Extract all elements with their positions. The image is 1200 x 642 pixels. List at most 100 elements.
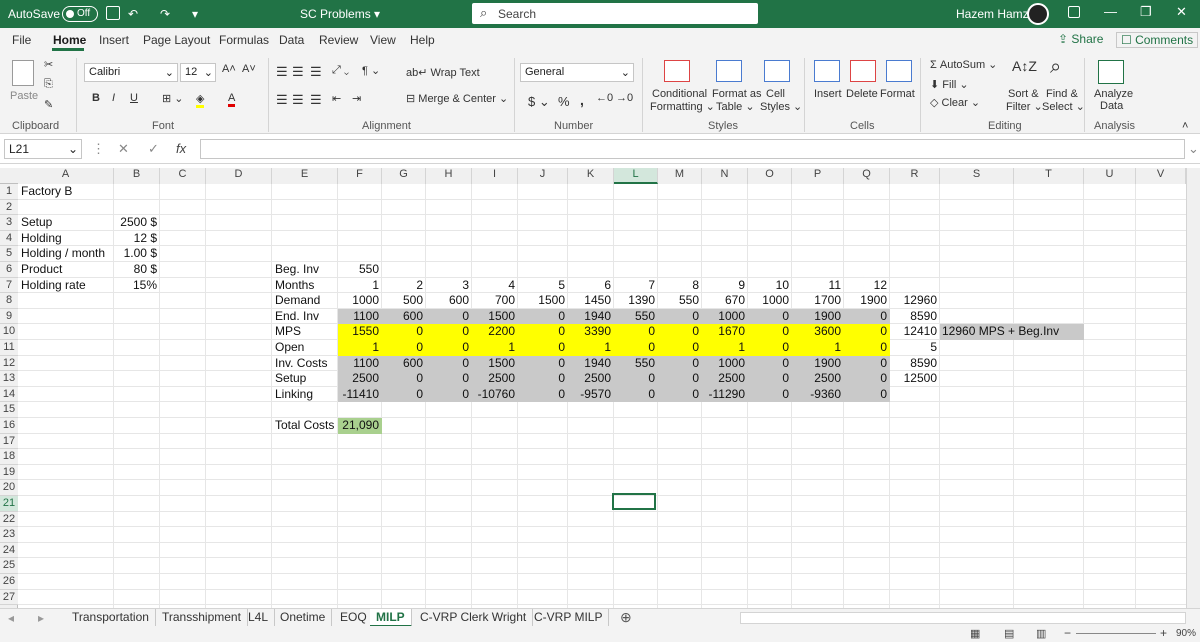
table-cell-setup[interactable]: 0 [748,371,789,386]
zoom-out-icon[interactable]: − [1064,626,1071,640]
table-cell-linking[interactable]: 0 [426,387,469,402]
table-cell-open[interactable]: 1 [338,340,379,355]
row-header[interactable]: 7 [0,277,18,294]
cell-e7[interactable]: Months [275,278,314,293]
format-cells-button[interactable]: Format [880,88,915,100]
align-center-icon[interactable]: ☰ [292,92,304,108]
cell-r10[interactable]: 12410 [890,324,937,339]
autosum-button[interactable]: Σ AutoSum ⌄ [930,58,997,71]
middle-align-icon[interactable]: ☰ [292,64,304,80]
table-cell-months[interactable]: 3 [426,278,469,293]
table-cell-mps[interactable]: 0 [518,324,565,339]
row-header[interactable]: 11 [0,340,18,356]
find-select-button[interactable]: Find & [1046,88,1078,100]
enter-icon[interactable]: ✓ [148,141,159,157]
font-size-select[interactable]: 12 ⌄ [180,63,216,82]
table-cell-open[interactable]: 0 [426,340,469,355]
tab-file[interactable]: File [12,33,31,47]
column-header[interactable]: A [18,168,114,184]
table-cell-linking[interactable]: -9360 [792,387,841,402]
table-cell-demand[interactable]: 1000 [338,293,379,308]
row-header[interactable]: 3 [0,215,18,231]
redo-icon[interactable]: ↷ [160,7,170,21]
table-cell-demand[interactable]: 1390 [614,293,655,308]
decrease-indent-icon[interactable]: ⇤ [332,92,341,105]
table-cell-end-inv[interactable]: 1100 [338,309,379,324]
table-cell-open[interactable]: 0 [658,340,699,355]
table-cell-months[interactable]: 10 [748,278,789,293]
table-cell-mps[interactable]: 0 [426,324,469,339]
paste-label[interactable]: Paste [10,90,38,102]
tab-help[interactable]: Help [410,33,435,47]
table-cell-open[interactable]: 1 [472,340,515,355]
add-sheet-button[interactable]: ⊕ [620,609,632,626]
row-header[interactable]: 10 [0,324,18,340]
zoom-in-icon[interactable]: + [1160,626,1167,640]
table-cell-setup[interactable]: 0 [518,371,565,386]
column-header[interactable]: G [382,168,426,184]
cell-e13[interactable]: Setup [275,371,306,386]
tab-formulas[interactable]: Formulas [219,33,269,47]
sort-filter-button[interactable]: Sort & [1008,88,1039,100]
column-header[interactable]: P [792,168,844,184]
table-cell-demand[interactable]: 1700 [792,293,841,308]
cell-r9[interactable]: 8590 [890,309,937,324]
analyze-data-button[interactable]: Analyze [1094,88,1133,100]
shrink-font-icon[interactable]: A˅ [242,63,256,75]
wrap-text-button[interactable]: ab↵ Wrap Text [406,66,480,79]
row-header[interactable]: 23 [0,527,18,543]
cell-b6[interactable]: 80 $ [114,262,157,277]
table-cell-demand[interactable]: 1900 [844,293,887,308]
table-cell-inv-costs[interactable]: 0 [844,356,887,371]
format-painter-icon[interactable]: ✎ [44,98,53,111]
column-header[interactable]: I [472,168,518,184]
cell-r11[interactable]: 5 [890,340,937,355]
delete-cells-button[interactable]: Delete [846,88,878,100]
bottom-align-icon[interactable]: ☰ [310,64,322,80]
row-header[interactable]: 1 [0,184,18,200]
table-cell-end-inv[interactable]: 0 [844,309,887,324]
cell-f16[interactable]: 21,090 [338,418,379,433]
row-header[interactable]: 13 [0,371,18,387]
table-cell-setup[interactable]: 2500 [702,371,745,386]
table-cell-linking[interactable]: -9570 [568,387,611,402]
table-cell-open[interactable]: 0 [748,340,789,355]
row-header[interactable]: 2 [0,199,18,216]
table-cell-inv-costs[interactable]: 1000 [702,356,745,371]
table-cell-months[interactable]: 6 [568,278,611,293]
comma-button[interactable]: , [580,92,584,108]
prev-sheet-icon[interactable]: ◂ [8,611,14,625]
orientation-icon[interactable]: ⤢ ⌄ [332,64,349,77]
underline-button[interactable]: U [130,92,138,104]
tab-insert[interactable]: Insert [99,33,129,47]
table-cell-inv-costs[interactable]: 0 [518,356,565,371]
table-cell-setup[interactable]: 2500 [338,371,379,386]
table-cell-demand[interactable]: 700 [472,293,515,308]
decrease-decimal-icon[interactable]: →0 [616,92,633,104]
table-cell-inv-costs[interactable]: 1940 [568,356,611,371]
table-cell-demand[interactable]: 1450 [568,293,611,308]
next-sheet-icon[interactable]: ▸ [38,611,44,625]
percent-button[interactable]: % [558,94,570,109]
cell-a3[interactable]: Setup [21,215,52,230]
borders-icon[interactable]: ⊞ ⌄ [162,92,184,105]
sheet-tab-onetime[interactable]: Onetime [274,609,333,627]
page-break-view-icon[interactable]: ▥ [1036,627,1046,640]
paste-icon[interactable] [12,60,34,86]
table-cell-end-inv[interactable]: 0 [518,309,565,324]
cell-a6[interactable]: Product [21,262,62,277]
row-header[interactable]: 16 [0,418,18,434]
column-header[interactable]: F [338,168,382,184]
row-header[interactable]: 6 [0,262,18,278]
table-cell-setup[interactable]: 2500 [472,371,515,386]
table-cell-open[interactable]: 0 [844,340,887,355]
row-header[interactable]: 17 [0,433,18,450]
sheet-tab-eoq[interactable]: EOQ [334,609,374,627]
sheet-tab-transportation[interactable]: Transportation [66,609,156,627]
table-cell-inv-costs[interactable]: 0 [658,356,699,371]
row-header[interactable]: 8 [0,293,18,309]
column-header[interactable]: R [890,168,940,184]
table-cell-mps[interactable]: 2200 [472,324,515,339]
close-icon[interactable]: ✕ [1176,4,1187,20]
table-cell-mps[interactable]: 0 [382,324,423,339]
